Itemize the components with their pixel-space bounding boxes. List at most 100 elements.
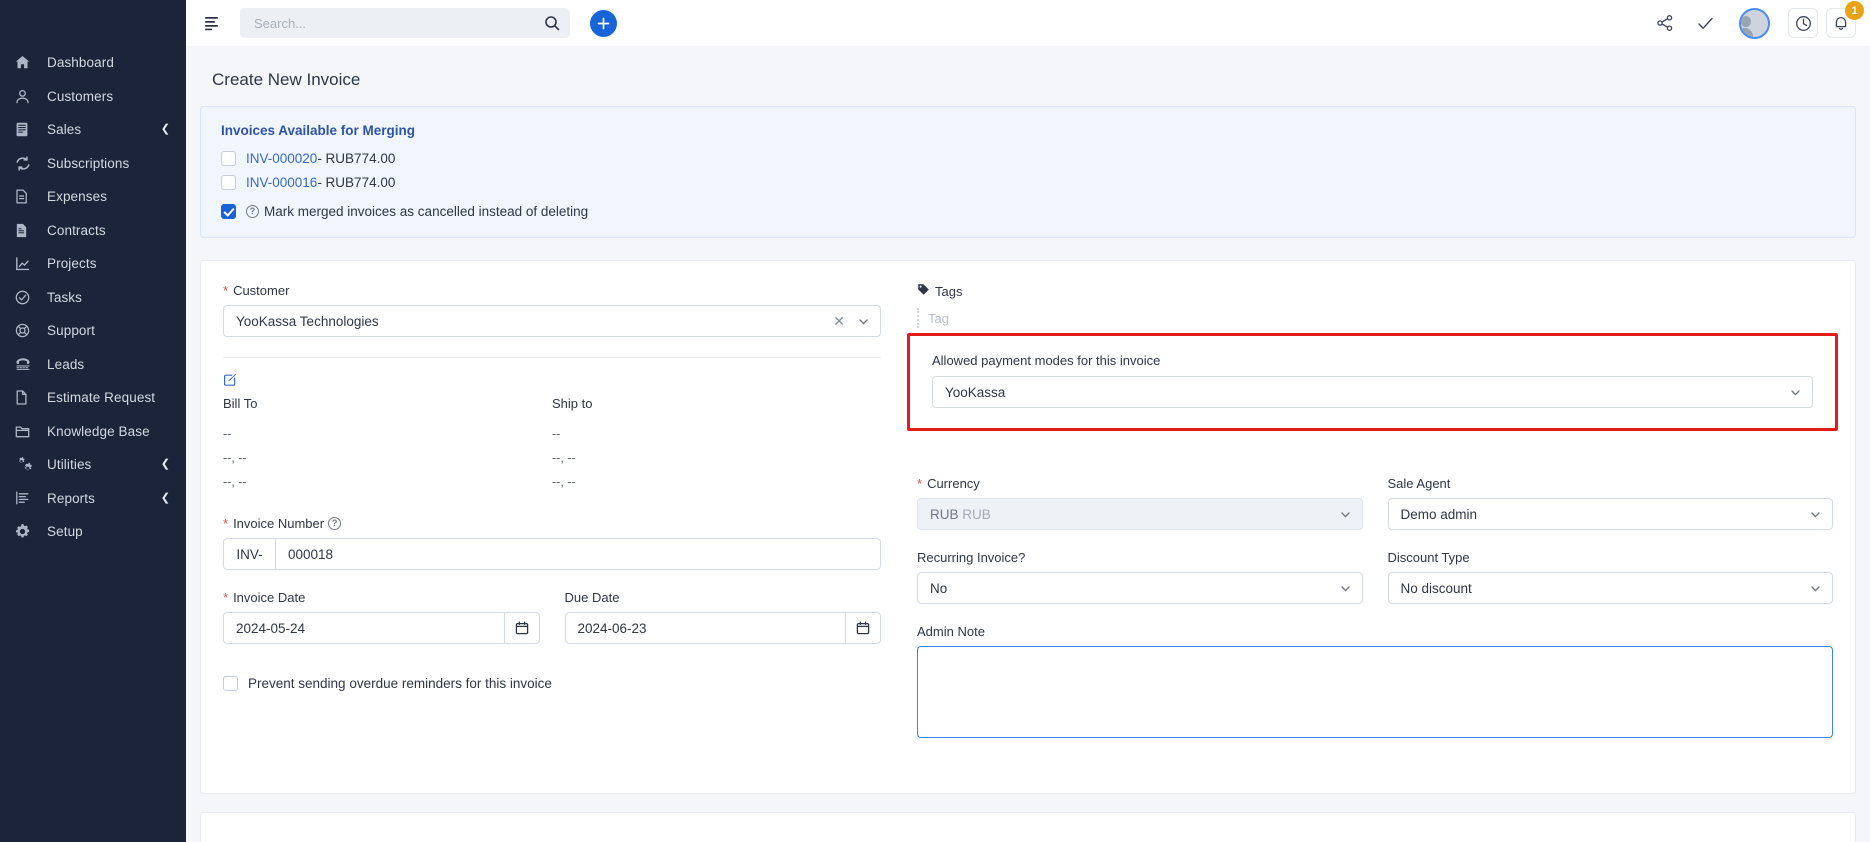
admin-note-textarea[interactable] bbox=[917, 646, 1833, 738]
share-icon[interactable] bbox=[1645, 3, 1685, 43]
refresh-icon bbox=[15, 155, 37, 171]
calendar-icon[interactable] bbox=[503, 612, 540, 645]
dates-row: * Invoice Date 2024-05-24 Due Date 2024-… bbox=[223, 590, 881, 664]
mark-cancelled-label: ? Mark merged invoices as cancelled inst… bbox=[246, 204, 588, 219]
sidebar-item-estimate-request[interactable]: Estimate Request bbox=[0, 381, 186, 415]
chevron-down-icon[interactable] bbox=[857, 315, 870, 328]
invoice-number-label: * Invoice Number ? bbox=[223, 516, 881, 531]
sidebar-item-dashboard[interactable]: Dashboard bbox=[0, 46, 186, 80]
chevron-down-icon[interactable] bbox=[1339, 582, 1352, 595]
address-line: --, -- bbox=[223, 450, 247, 465]
mark-cancelled-row[interactable]: ? Mark merged invoices as cancelled inst… bbox=[221, 204, 1835, 219]
app-root: Dashboard Customers Sales ❮ Subscriptions Exp… bbox=[0, 0, 1870, 842]
sidebar-item-subscriptions[interactable]: Subscriptions bbox=[0, 147, 186, 181]
right-fields-below-highlight: * Currency RUB RUB Sale Agent Demo admin… bbox=[917, 476, 1833, 743]
sidebar-item-label: Sales bbox=[47, 122, 82, 138]
avatar[interactable] bbox=[1739, 7, 1770, 39]
sidebar-item-label: Expenses bbox=[47, 189, 108, 205]
sidebar-item-tasks[interactable]: Tasks bbox=[0, 281, 186, 315]
chevron-left-icon[interactable]: ❮ bbox=[161, 459, 170, 470]
sidebar-item-expenses[interactable]: Expenses bbox=[0, 180, 186, 214]
chevron-down-icon[interactable] bbox=[1809, 508, 1822, 521]
chevron-left-icon[interactable]: ❮ bbox=[161, 124, 170, 135]
sidebar-item-contracts[interactable]: Contracts bbox=[0, 214, 186, 248]
close-icon[interactable]: ✕ bbox=[833, 313, 845, 330]
merge-invoice-link[interactable]: INV-000016 bbox=[246, 175, 317, 190]
prevent-reminders-checkbox[interactable] bbox=[223, 676, 238, 692]
sidebar: Dashboard Customers Sales ❮ Subscriptions Exp… bbox=[0, 0, 186, 842]
lifebuoy-icon bbox=[15, 323, 37, 339]
invoice-number-field: * Invoice Number ? INV- bbox=[223, 516, 881, 571]
currency-select[interactable]: RUB RUB bbox=[917, 498, 1363, 530]
sidebar-item-reports[interactable]: Reports ❮ bbox=[0, 482, 186, 516]
customer-field: * Customer YooKassa Technologies ✕ bbox=[223, 283, 881, 337]
merge-invoice-checkbox[interactable] bbox=[221, 175, 236, 190]
address-line: -- bbox=[552, 427, 561, 441]
sidebar-item-utilities[interactable]: Utilities ❮ bbox=[0, 448, 186, 482]
sidebar-item-projects[interactable]: Projects bbox=[0, 247, 186, 281]
search-input[interactable] bbox=[254, 15, 544, 31]
search-icon[interactable] bbox=[544, 15, 560, 31]
sidebar-item-label: Reports bbox=[47, 490, 95, 506]
home-icon bbox=[15, 55, 37, 71]
hamburger-icon[interactable] bbox=[200, 10, 226, 36]
question-circle-icon[interactable]: ? bbox=[328, 517, 342, 531]
tag-input[interactable]: Tag bbox=[917, 308, 1833, 328]
chevron-left-icon[interactable]: ❮ bbox=[161, 492, 170, 504]
invoice-number-input[interactable] bbox=[275, 538, 881, 571]
sidebar-item-label: Projects bbox=[47, 256, 97, 272]
merge-invoice-row[interactable]: INV-000016 - RUB774.00 bbox=[221, 175, 1835, 190]
edit-icon[interactable] bbox=[223, 372, 239, 392]
invoice-number-group: INV- bbox=[223, 538, 881, 571]
top-bar-actions: 1 bbox=[1645, 1, 1864, 43]
check-icon[interactable] bbox=[1685, 3, 1725, 43]
sidebar-item-setup[interactable]: Setup bbox=[0, 515, 186, 549]
mark-cancelled-text: Mark merged invoices as cancelled instea… bbox=[264, 204, 589, 219]
merge-invoice-checkbox[interactable] bbox=[221, 151, 236, 166]
sale-agent-label: Sale Agent bbox=[1388, 476, 1834, 491]
calendar-icon[interactable] bbox=[845, 612, 881, 645]
invoice-number-label-text: Invoice Number bbox=[233, 516, 325, 532]
discount-type-field: Discount Type No discount bbox=[1387, 550, 1833, 604]
chevron-down-icon[interactable] bbox=[1339, 508, 1352, 521]
merge-invoice-row[interactable]: INV-000020 - RUB774.00 bbox=[221, 151, 1835, 166]
add-new-button[interactable] bbox=[590, 9, 617, 37]
recurring-discount-row: Recurring Invoice? No Discount Type No d… bbox=[917, 550, 1833, 624]
merging-title: Invoices Available for Merging bbox=[221, 123, 416, 138]
payment-modes-select[interactable]: YooKassa bbox=[932, 376, 1813, 408]
discount-type-label-text: Discount Type bbox=[1387, 550, 1470, 565]
notifications-button[interactable]: 1 bbox=[1826, 1, 1864, 38]
address-line: -- bbox=[223, 427, 232, 441]
top-bar: 1 bbox=[186, 0, 1870, 46]
discount-type-select[interactable]: No discount bbox=[1387, 572, 1833, 604]
sidebar-item-leads[interactable]: Leads bbox=[0, 348, 186, 382]
question-circle-icon: ? bbox=[246, 205, 259, 218]
admin-note-field: Admin Note bbox=[917, 624, 1833, 743]
chevron-down-icon[interactable] bbox=[1789, 386, 1802, 399]
merge-invoice-amount: - RUB774.00 bbox=[317, 151, 396, 166]
clock-icon[interactable] bbox=[1788, 8, 1818, 38]
search-box[interactable] bbox=[240, 8, 570, 38]
invoice-date-input[interactable]: 2024-05-24 bbox=[223, 612, 504, 645]
tags-label: Tags bbox=[917, 283, 1833, 299]
main-area: 1 Create New Invoice Invoices Available … bbox=[186, 0, 1870, 842]
admin-note-label-text: Admin Note bbox=[917, 624, 985, 639]
bill-to-label: Bill To bbox=[223, 396, 258, 411]
sidebar-item-sales[interactable]: Sales ❮ bbox=[0, 113, 186, 147]
sidebar-item-customers[interactable]: Customers bbox=[0, 80, 186, 114]
phone-icon bbox=[15, 356, 37, 372]
receipt-icon bbox=[15, 122, 37, 138]
due-date-input[interactable]: 2024-06-23 bbox=[564, 612, 845, 645]
payment-modes-highlight: Allowed payment modes for this invoice Y… bbox=[907, 333, 1838, 431]
mark-cancelled-checkbox[interactable] bbox=[221, 204, 236, 219]
bill-to-lines: -- --, -- --, -- bbox=[223, 423, 552, 494]
prevent-reminders-row[interactable]: Prevent sending overdue reminders for th… bbox=[223, 676, 881, 692]
recurring-select[interactable]: No bbox=[917, 572, 1363, 604]
sale-agent-select[interactable]: Demo admin bbox=[1387, 498, 1833, 530]
chevron-down-icon[interactable] bbox=[1809, 582, 1822, 595]
sidebar-item-support[interactable]: Support bbox=[0, 314, 186, 348]
admin-note-label: Admin Note bbox=[917, 624, 1833, 639]
sidebar-item-knowledge-base[interactable]: Knowledge Base bbox=[0, 415, 186, 449]
customer-select[interactable]: YooKassa Technologies ✕ bbox=[223, 305, 881, 337]
merge-invoice-link[interactable]: INV-000020 bbox=[246, 151, 317, 166]
